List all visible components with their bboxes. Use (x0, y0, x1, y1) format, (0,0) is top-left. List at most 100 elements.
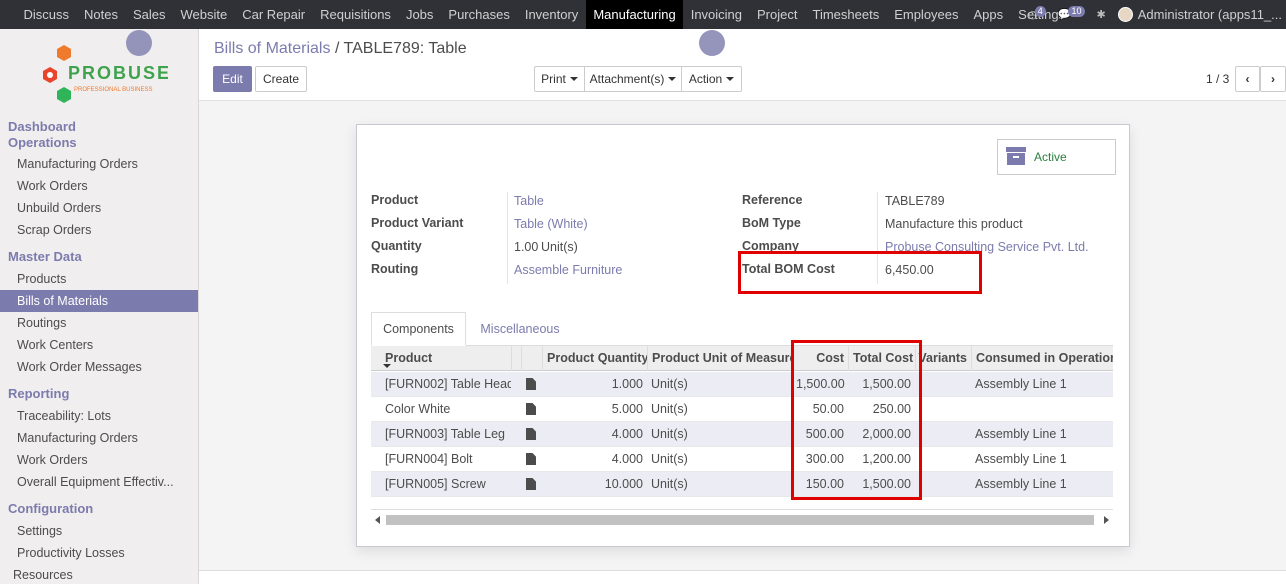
pager-previous-button[interactable]: ‹ (1235, 66, 1260, 92)
caret-down-icon (668, 77, 677, 81)
file-icon[interactable] (526, 453, 536, 465)
cost-columns-highlight (791, 340, 922, 500)
cell-qty: 5.000 (611, 402, 643, 416)
sidebar: PROBUSE PROFESSIONAL BUSINESS Dashboard O… (0, 29, 199, 584)
active-toggle-button[interactable]: Active (997, 139, 1116, 175)
column-header-quantity[interactable]: Product Quantity (542, 346, 647, 371)
sidebar-section-title[interactable]: Master Data (0, 249, 198, 265)
column-header-uom[interactable]: Product Unit of Measure (647, 346, 792, 371)
field-value[interactable]: Assemble Furniture (514, 263, 622, 277)
field-value[interactable]: Table (White) (514, 217, 588, 231)
sidebar-item[interactable]: Unbuild Orders (0, 197, 198, 219)
cell-uom: Unit(s) (651, 377, 688, 391)
cell-operation: Assembly Line 1 (975, 477, 1067, 491)
app-menu-item[interactable]: Jobs (398, 0, 440, 29)
sidebar-section-title[interactable]: Operations (0, 135, 198, 151)
message-count: 10 (1068, 6, 1085, 17)
sort-down-icon (383, 364, 391, 368)
table-row[interactable]: [FURN005] Screw 10.000 Unit(s) 150.00 1,500.… (371, 472, 1113, 497)
create-button[interactable]: Create (255, 66, 307, 92)
sidebar-item[interactable]: Scrap Orders (0, 219, 198, 241)
cell-qty: 1.000 (611, 377, 643, 391)
sidebar-item[interactable]: Productivity Losses (0, 542, 198, 564)
app-menu-item[interactable]: Notes (77, 0, 126, 29)
tab-miscellaneous[interactable]: Miscellaneous (470, 312, 570, 346)
app-menu-item[interactable]: Purchases (441, 0, 517, 29)
chevron-right-icon: › (1271, 72, 1275, 86)
app-menu-item[interactable]: Inventory (517, 0, 585, 29)
sidebar-item[interactable]: Work Centers (0, 334, 198, 356)
chevron-left-icon: ‹ (1245, 72, 1250, 86)
field-value: 1.00 (514, 240, 539, 254)
sidebar-item[interactable]: Resources (0, 564, 198, 584)
app-menu-item[interactable]: Apps (966, 0, 1011, 29)
sidebar-item[interactable]: Work Orders (0, 175, 198, 197)
field-label: BoM Type (742, 216, 801, 230)
attachments-dropdown[interactable]: Attachment(s) (584, 66, 682, 92)
sidebar-item[interactable]: Manufacturing Orders (0, 427, 198, 449)
messages-button[interactable]: 💬 10 (1058, 6, 1085, 21)
app-menu-item[interactable]: Sales (125, 0, 173, 29)
sidebar-menu: Dashboard Operations Manufacturing Orders W… (0, 119, 198, 584)
sidebar-item[interactable]: Overall Equipment Effectiv... (0, 471, 198, 493)
sidebar-item[interactable]: Bills of Materials (0, 290, 198, 312)
edit-button[interactable]: Edit (213, 66, 252, 92)
column-header-attachment (521, 346, 542, 371)
column-header-operation[interactable]: Consumed in Operation (971, 346, 1113, 371)
cell-uom: Unit(s) (651, 427, 688, 441)
column-header-product[interactable]: Product (379, 346, 511, 371)
file-icon[interactable] (526, 428, 536, 440)
print-dropdown[interactable]: Print (534, 66, 585, 92)
app-menu-item[interactable]: Invoicing (683, 0, 749, 29)
field-value: TABLE789 (885, 194, 945, 208)
app-menu-item[interactable]: Timesheets (805, 0, 887, 29)
app-menu-item[interactable]: Car Repair (235, 0, 313, 29)
sidebar-section-title[interactable]: Reporting (0, 386, 198, 402)
field-value[interactable]: Table (514, 194, 544, 208)
caret-down-icon (569, 77, 578, 81)
file-icon[interactable] (526, 478, 536, 490)
sidebar-item[interactable]: Settings (0, 520, 198, 542)
tab-components[interactable]: Components (371, 312, 466, 346)
avatar (1117, 7, 1133, 22)
user-menu[interactable]: Administrator (apps11_... (1117, 7, 1282, 22)
activity-button[interactable]: ◷ 4 (1028, 6, 1046, 21)
file-icon[interactable] (526, 403, 536, 415)
app-menu-item[interactable]: Employees (887, 0, 966, 29)
scroll-thumb[interactable] (386, 515, 1094, 525)
app-menu-item[interactable]: Requisitions (313, 0, 399, 29)
cell-uom: Unit(s) (651, 477, 688, 491)
action-dropdown[interactable]: Action (681, 66, 742, 92)
column-header-variants[interactable]: Variants (915, 346, 971, 371)
cell-product: [FURN004] Bolt (385, 452, 473, 466)
sidebar-item[interactable]: Work Orders (0, 449, 198, 471)
table-row[interactable]: [FURN002] Table Head 1.000 Unit(s) 1,500.00… (371, 372, 1113, 397)
scroll-left-icon[interactable] (375, 516, 380, 524)
app-menu-item[interactable]: Discuss (16, 0, 77, 29)
cell-product: [FURN002] Table Head (385, 377, 511, 391)
cell-qty: 4.000 (611, 452, 643, 466)
sidebar-item[interactable]: Products (0, 268, 198, 290)
sidebar-item[interactable]: Work Order Messages (0, 356, 198, 378)
table-row[interactable]: [FURN004] Bolt 4.000 Unit(s) 300.00 1,200.00… (371, 447, 1113, 472)
sidebar-item[interactable]: Traceability: Lots (0, 405, 198, 427)
table-row[interactable]: Color White 5.000 Unit(s) 50.00 250.00 (371, 397, 1113, 422)
sidebar-item[interactable]: Routings (0, 312, 198, 334)
pager-next-button[interactable]: › (1260, 66, 1286, 92)
file-icon[interactable] (526, 378, 536, 390)
breadcrumb-parent[interactable]: Bills of Materials (214, 40, 330, 57)
field-label: Product Variant (371, 216, 464, 230)
sidebar-item[interactable]: Manufacturing Orders (0, 153, 198, 175)
app-menu-item[interactable]: Website (173, 0, 235, 29)
activity-count: 4 (1034, 6, 1046, 17)
sidebar-section-title[interactable]: Dashboard (0, 119, 198, 135)
table-row[interactable]: [FURN003] Table Leg 4.000 Unit(s) 500.00 2,0… (371, 422, 1113, 447)
app-menu-item[interactable]: Manufacturing (585, 0, 684, 29)
horizontal-scrollbar[interactable] (371, 509, 1113, 527)
app-menu-item[interactable]: Project (750, 0, 805, 29)
debug-button[interactable]: ✱ (1097, 8, 1106, 21)
archive-icon (1006, 146, 1026, 168)
sidebar-section-title[interactable]: Configuration (0, 501, 198, 517)
svg-text:PROFESSIONAL BUSINESS: PROFESSIONAL BUSINESS (74, 87, 152, 93)
scroll-right-icon[interactable] (1104, 516, 1109, 524)
